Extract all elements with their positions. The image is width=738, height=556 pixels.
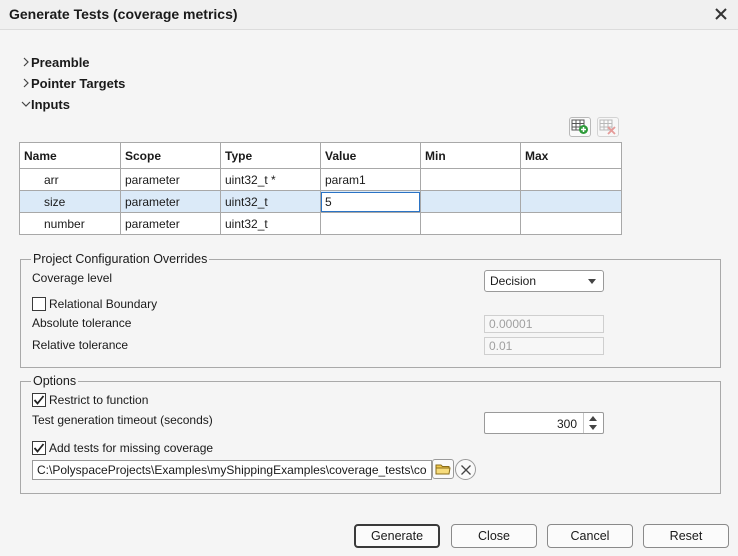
- timeout-spinner[interactable]: 300: [484, 412, 604, 434]
- restrict-to-function-checkbox[interactable]: [32, 393, 46, 407]
- section-preamble[interactable]: Preamble: [20, 53, 90, 71]
- chevron-right-icon: [20, 78, 31, 89]
- close-icon: [715, 8, 727, 20]
- folder-icon: [435, 464, 451, 475]
- relational-boundary-checkbox[interactable]: [32, 297, 46, 311]
- table-row[interactable]: arr parameter uint32_t * param1: [19, 168, 622, 191]
- timeout-value: 300: [556, 417, 577, 431]
- cell-min[interactable]: [420, 212, 521, 235]
- table-row[interactable]: number parameter uint32_t: [19, 212, 622, 235]
- reset-button[interactable]: Reset: [643, 524, 729, 548]
- section-inputs[interactable]: Inputs: [20, 95, 70, 113]
- missing-coverage-checkbox[interactable]: [32, 441, 46, 455]
- cancel-button[interactable]: Cancel: [547, 524, 633, 548]
- checkmark-icon: [33, 443, 45, 453]
- cell-max[interactable]: [520, 168, 622, 191]
- column-header-type[interactable]: Type: [220, 142, 321, 169]
- overrides-legend: Project Configuration Overrides: [31, 252, 210, 266]
- options-legend: Options: [31, 374, 79, 388]
- column-header-min[interactable]: Min: [420, 142, 521, 169]
- relative-tolerance-label: Relative tolerance: [32, 338, 129, 352]
- cell-name[interactable]: arr: [19, 168, 121, 191]
- column-header-scope[interactable]: Scope: [120, 142, 221, 169]
- section-pointer-targets[interactable]: Pointer Targets: [20, 74, 125, 92]
- cell-type[interactable]: uint32_t: [220, 212, 321, 235]
- cell-scope[interactable]: parameter: [120, 212, 221, 235]
- clear-path-button[interactable]: [455, 459, 476, 480]
- cell-value[interactable]: [320, 212, 421, 235]
- coverage-level-label: Coverage level: [32, 271, 113, 285]
- cell-min[interactable]: [420, 168, 521, 191]
- cell-max[interactable]: [520, 190, 622, 213]
- relative-tolerance-field: 0.01: [484, 337, 604, 355]
- spinner-down-icon[interactable]: [589, 425, 597, 430]
- absolute-tolerance-label: Absolute tolerance: [32, 316, 132, 330]
- cell-max[interactable]: [520, 212, 622, 235]
- restrict-to-function-label: Restrict to function: [49, 393, 149, 407]
- browse-folder-button[interactable]: [432, 459, 454, 479]
- cell-min[interactable]: [420, 190, 521, 213]
- table-header-row: Name Scope Type Value Min Max: [19, 142, 622, 169]
- absolute-tolerance-field: 0.00001: [484, 315, 604, 333]
- column-header-value[interactable]: Value: [320, 142, 421, 169]
- generate-button[interactable]: Generate: [354, 524, 440, 548]
- section-preamble-label: Preamble: [31, 54, 90, 70]
- cell-type[interactable]: uint32_t *: [220, 168, 321, 191]
- chevron-right-icon: [20, 57, 31, 68]
- spinner-arrows: [583, 413, 603, 433]
- section-pointer-targets-label: Pointer Targets: [31, 75, 126, 91]
- cell-scope[interactable]: parameter: [120, 168, 221, 191]
- title-bar: Generate Tests (coverage metrics): [0, 0, 738, 30]
- output-path-field[interactable]: C:\PolyspaceProjects\Examples\myShipping…: [32, 460, 432, 480]
- chevron-down-icon: [588, 279, 596, 284]
- remove-row-button[interactable]: [597, 117, 619, 137]
- dialog-title: Generate Tests (coverage metrics): [9, 6, 238, 22]
- close-dialog-button[interactable]: [712, 5, 730, 23]
- missing-coverage-label: Add tests for missing coverage: [49, 441, 214, 455]
- value-edit-field[interactable]: 5: [321, 191, 420, 212]
- section-inputs-label: Inputs: [31, 96, 70, 112]
- cell-value-editing[interactable]: 5: [320, 190, 421, 213]
- table-remove-icon: [599, 119, 616, 135]
- checkmark-icon: [33, 395, 45, 405]
- cell-name[interactable]: number: [19, 212, 121, 235]
- close-button[interactable]: Close: [451, 524, 537, 548]
- coverage-level-value: Decision: [490, 274, 537, 288]
- chevron-down-icon: [20, 99, 31, 110]
- cell-scope[interactable]: parameter: [120, 190, 221, 213]
- inputs-table: Name Scope Type Value Min Max arr parame…: [19, 142, 622, 235]
- column-header-max[interactable]: Max: [520, 142, 622, 169]
- cell-type[interactable]: uint32_t: [220, 190, 321, 213]
- cell-name[interactable]: size: [19, 190, 121, 213]
- cell-value[interactable]: param1: [320, 168, 421, 191]
- relational-boundary-label: Relational Boundary: [49, 297, 158, 311]
- coverage-level-dropdown[interactable]: Decision: [484, 270, 604, 292]
- clear-icon: [460, 464, 471, 475]
- add-row-button[interactable]: [569, 117, 591, 137]
- table-add-icon: [571, 119, 588, 134]
- column-header-name[interactable]: Name: [19, 142, 121, 169]
- timeout-label: Test generation timeout (seconds): [32, 413, 213, 427]
- spinner-up-icon[interactable]: [589, 416, 597, 421]
- table-row-selected[interactable]: size parameter uint32_t 5: [19, 190, 622, 213]
